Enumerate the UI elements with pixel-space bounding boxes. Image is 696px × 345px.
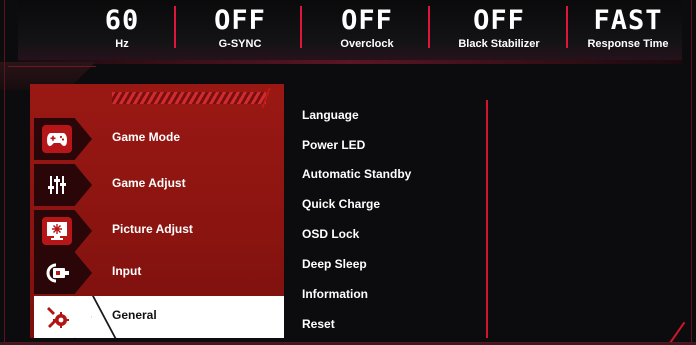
picture-icon — [42, 217, 72, 245]
header-accent-bar — [18, 60, 682, 64]
sidebar-item-label: General — [112, 308, 157, 322]
submenu-item-osd-lock[interactable]: OSD Lock — [302, 227, 359, 241]
sidebar-item-picture-adjust[interactable]: Picture Adjust — [34, 210, 284, 252]
tools-gear-icon — [42, 303, 72, 331]
submenu-item-language[interactable]: Language — [302, 108, 359, 122]
submenu-item-quick-charge[interactable]: Quick Charge — [302, 197, 380, 211]
black-stabilizer-value: OFF — [473, 5, 525, 36]
overclock-label: Overclock — [340, 38, 394, 50]
sliders-icon — [42, 171, 72, 199]
submenu-item-automatic-standby[interactable]: Automatic Standby — [302, 167, 411, 181]
sidebar-item-label: Game Mode — [112, 130, 181, 144]
decorative-line — [8, 66, 96, 67]
submenu-divider — [486, 100, 488, 338]
black-stabilizer-label: Black Stabilizer — [458, 38, 540, 50]
input-icon — [42, 259, 72, 287]
header-divider — [174, 6, 176, 48]
header-divider — [300, 6, 302, 48]
gsync-label: G-SYNC — [218, 38, 262, 50]
sidebar-item-input[interactable]: Input — [34, 252, 284, 294]
stat-response-time: FAST Response Time — [574, 0, 682, 60]
refresh-rate-label: Hz — [115, 38, 129, 50]
sidebar-item-game-adjust[interactable]: Game Adjust — [34, 164, 284, 206]
response-time-value: FAST — [593, 5, 663, 36]
decorative-stripes — [112, 92, 266, 104]
submenu-item-reset[interactable]: Reset — [302, 317, 335, 331]
submenu-item-power-led[interactable]: Power LED — [302, 138, 365, 152]
submenu-item-information[interactable]: Information — [302, 287, 368, 301]
nav-tile — [34, 252, 92, 294]
header-divider — [566, 6, 568, 48]
stat-refresh-rate: 60 Hz — [82, 0, 162, 60]
header-divider — [428, 6, 430, 48]
sidebar-item-label: Picture Adjust — [112, 222, 193, 236]
decorative-corner-line — [668, 321, 686, 345]
stat-overclock: OFF Overclock — [314, 0, 420, 60]
stat-gsync: OFF G-SYNC — [190, 0, 290, 60]
osd-frame: 60 Hz OFF G-SYNC OFF Overclock OFF Black… — [0, 0, 696, 345]
refresh-rate-value: 60 — [104, 5, 140, 36]
nav-tile — [34, 164, 92, 206]
status-header: 60 Hz OFF G-SYNC OFF Overclock OFF Black… — [18, 0, 682, 62]
response-time-label: Response Time — [587, 38, 669, 50]
gamepad-icon — [42, 125, 72, 153]
gsync-value: OFF — [214, 5, 266, 36]
nav-tile — [34, 118, 92, 160]
submenu-item-deep-sleep[interactable]: Deep Sleep — [302, 257, 367, 271]
sidebar-item-general[interactable]: General — [34, 296, 284, 338]
overclock-value: OFF — [341, 5, 393, 36]
sidebar-item-label: Game Adjust — [112, 176, 186, 190]
sidebar-item-label: Input — [112, 264, 142, 278]
nav-tile — [34, 210, 92, 252]
sidebar-item-game-mode[interactable]: Game Mode — [34, 118, 284, 160]
stat-black-stabilizer: OFF Black Stabilizer — [436, 0, 562, 60]
